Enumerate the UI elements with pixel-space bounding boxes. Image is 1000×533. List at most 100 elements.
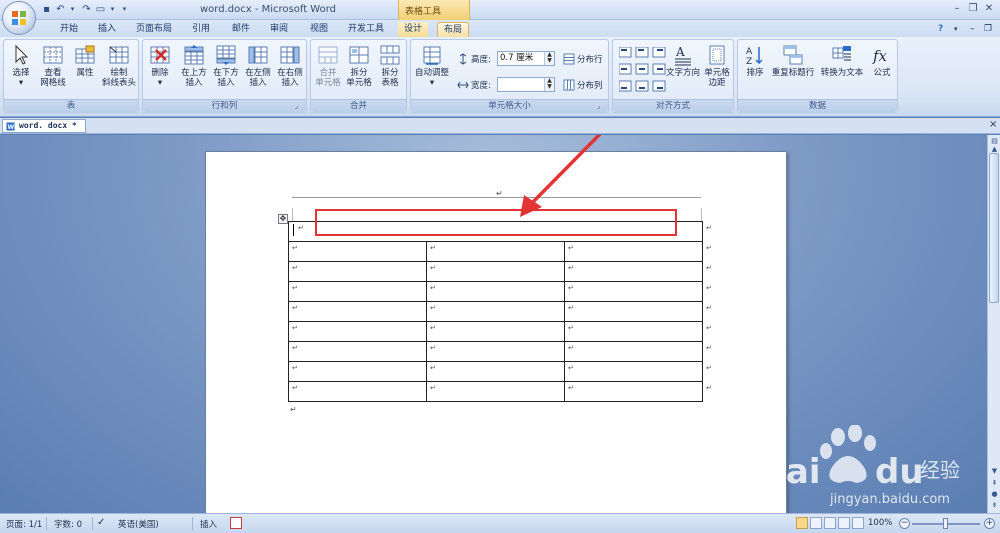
full-screen-reading-view-button[interactable] bbox=[810, 517, 822, 529]
previous-page-icon[interactable]: ⇞ bbox=[990, 479, 999, 488]
language-indicator[interactable]: 英语(美国) bbox=[118, 518, 159, 530]
zoom-out-button[interactable]: − bbox=[899, 518, 910, 529]
redo-icon[interactable]: ↷ bbox=[80, 3, 93, 16]
zoom-level[interactable]: 100% bbox=[868, 518, 892, 528]
scroll-down-icon[interactable]: ▼ bbox=[990, 467, 999, 476]
cell-margins-button[interactable]: 单元格 边距 bbox=[701, 44, 733, 88]
convert-to-text-button[interactable]: 转换为文本 bbox=[818, 44, 866, 78]
dialog-launcher-icon[interactable]: ⌟ bbox=[295, 102, 303, 110]
zoom-slider-thumb[interactable] bbox=[943, 518, 948, 529]
text-direction-button[interactable]: A 文字方向 bbox=[665, 44, 701, 78]
distribute-rows-button[interactable]: 分布行 bbox=[563, 53, 603, 66]
table-cell[interactable]: ↵ bbox=[564, 361, 703, 382]
table-cell[interactable]: ↵ bbox=[288, 261, 427, 282]
table[interactable]: ↵ ↵ ↵ ↵ ↵ ↵ ↵ ↵ ↵ ↵ ↵ ↵ ↵ ↵ ↵ ↵ ↵ ↵ ↵ ↵ ↵ ↵ ↵ ↵ ↵ ↵ ↵ ↵ ↵ ↵ ↵ ↵ ↵ ↵ bbox=[288, 221, 716, 402]
height-spinner[interactable]: ▲ ▼ bbox=[544, 52, 554, 65]
table-cell[interactable]: ↵ bbox=[564, 341, 703, 362]
insert-above-button[interactable]: 在上方 插入 bbox=[179, 44, 209, 88]
tab-page-layout[interactable]: 页面布局 bbox=[136, 22, 172, 37]
doc-minimize-button[interactable]: – bbox=[970, 22, 975, 37]
insert-mode-indicator[interactable]: 插入 bbox=[200, 518, 217, 530]
table-cell[interactable]: ↵ bbox=[426, 341, 565, 362]
outline-view-button[interactable] bbox=[838, 517, 850, 529]
macro-recording-icon[interactable] bbox=[230, 517, 242, 529]
page-count[interactable]: 页面: 1/1 bbox=[6, 518, 42, 530]
insert-below-button[interactable]: 在下方 插入 bbox=[211, 44, 241, 88]
scrollbar-thumb[interactable] bbox=[989, 153, 999, 303]
tab-layout[interactable]: 布局 bbox=[437, 22, 470, 37]
select-button[interactable]: 选择 ▾ bbox=[8, 44, 34, 88]
table-cell[interactable]: ↵ bbox=[426, 361, 565, 382]
table-cell[interactable]: ↵ bbox=[288, 241, 427, 262]
help-icon[interactable]: ? bbox=[938, 22, 943, 37]
width-spinner[interactable]: ▲ ▼ bbox=[544, 78, 554, 91]
next-page-icon[interactable]: ⇟ bbox=[990, 501, 999, 510]
browse-object-icon[interactable]: ● bbox=[990, 490, 999, 499]
tab-design[interactable]: 设计 bbox=[398, 22, 429, 37]
table-cell[interactable]: ↵ bbox=[426, 281, 565, 302]
help-dropdown-icon[interactable]: ▾ bbox=[954, 22, 958, 37]
split-table-button[interactable]: 拆分 表格 bbox=[375, 44, 405, 88]
minimize-button[interactable]: – bbox=[950, 3, 964, 15]
cell-size-launcher-icon[interactable]: ⌟ bbox=[597, 102, 605, 110]
alignment-grid[interactable] bbox=[619, 47, 667, 93]
table-cell[interactable]: ↵ bbox=[564, 281, 703, 302]
insert-right-button[interactable]: 在右侧 插入 bbox=[275, 44, 305, 88]
properties-button[interactable]: 属性 bbox=[71, 44, 99, 78]
table-cell[interactable]: ↵ bbox=[564, 381, 703, 402]
table-cell[interactable]: ↵ bbox=[426, 321, 565, 342]
draft-view-button[interactable] bbox=[852, 517, 864, 529]
table-cell[interactable]: ↵ bbox=[564, 261, 703, 282]
table-cell[interactable]: ↵ bbox=[288, 361, 427, 382]
table-cell[interactable]: ↵ bbox=[426, 241, 565, 262]
table-cell[interactable]: ↵ bbox=[288, 321, 427, 342]
distribute-columns-button[interactable]: 分布列 bbox=[563, 79, 603, 92]
draw-diagonal-header-button[interactable]: 绘制 斜线表头 bbox=[100, 44, 138, 88]
close-button[interactable]: ✕ bbox=[982, 3, 996, 15]
tab-developer[interactable]: 开发工具 bbox=[348, 22, 384, 37]
split-cells-button[interactable]: 拆分 单元格 bbox=[344, 44, 374, 88]
office-button[interactable] bbox=[2, 1, 36, 35]
sort-button[interactable]: AZ 排序 bbox=[741, 44, 769, 78]
tab-references[interactable]: 引用 bbox=[192, 22, 210, 37]
document-page[interactable]: ↵ ✥ ↵ ↵ ↵ ↵ ↵ ↵ ↵ ↵ ↵ ↵ ↵ ↵ ↵ ↵ ↵ ↵ ↵ ↵ ↵ ↵ ↵ ↵ ↵ ↵ ↵ ↵ ↵ ↵ ↵ ↵ ↵ ↵ ↵ ↵ ↵ bbox=[205, 151, 787, 513]
formula-button[interactable]: fx 公式 bbox=[868, 44, 896, 78]
table-move-handle[interactable]: ✥ bbox=[278, 214, 288, 224]
delete-button[interactable]: 删除 ▾ bbox=[147, 44, 173, 88]
save-icon[interactable]: ▪ bbox=[40, 3, 53, 16]
insert-left-button[interactable]: 在左侧 插入 bbox=[243, 44, 273, 88]
doc-restore-button[interactable]: ❐ bbox=[984, 22, 992, 37]
view-gridlines-button[interactable]: 查看 网格线 bbox=[37, 44, 69, 88]
zoom-in-button[interactable]: + bbox=[984, 518, 995, 529]
table-cell[interactable]: ↵ bbox=[564, 241, 703, 262]
document-tab[interactable]: W word. docx * bbox=[2, 119, 86, 133]
table-cell[interactable]: ↵ bbox=[288, 381, 427, 402]
tab-home[interactable]: 开始 bbox=[60, 22, 78, 37]
vertical-scrollbar[interactable]: ▤ ▲ ▼ ⇞ ● ⇟ bbox=[987, 135, 1000, 513]
table-cell[interactable]: ↵ bbox=[288, 341, 427, 362]
table-cell[interactable]: ↵ bbox=[426, 301, 565, 322]
word-count[interactable]: 字数: 0 bbox=[54, 518, 82, 530]
tab-insert[interactable]: 插入 bbox=[98, 22, 116, 37]
print-layout-view-button[interactable] bbox=[796, 517, 808, 529]
tab-view[interactable]: 视图 bbox=[310, 22, 328, 37]
restore-button[interactable]: ❐ bbox=[966, 3, 980, 15]
close-document-tab-button[interactable]: × bbox=[989, 119, 997, 130]
customize-qat-icon[interactable]: ▾ bbox=[118, 3, 131, 16]
proofing-icon[interactable]: ✓ bbox=[97, 517, 105, 528]
autofit-button[interactable]: 自动调整 ▾ bbox=[413, 44, 451, 88]
repeat-header-rows-button[interactable]: 重复标题行 bbox=[770, 44, 816, 78]
table-cell[interactable]: ↵ bbox=[426, 261, 565, 282]
web-layout-view-button[interactable] bbox=[824, 517, 836, 529]
tab-review[interactable]: 审阅 bbox=[270, 22, 288, 37]
table-cell[interactable]: ↵ bbox=[426, 381, 565, 402]
undo-dropdown-icon[interactable]: ▾ bbox=[66, 3, 79, 16]
table-cell[interactable]: ↵ bbox=[288, 281, 427, 302]
table-cell[interactable]: ↵ bbox=[288, 301, 427, 322]
width-input[interactable]: ▲ ▼ bbox=[497, 77, 555, 92]
table-cell[interactable]: ↵ bbox=[564, 321, 703, 342]
height-input[interactable]: 0.7 厘米 ▲ ▼ bbox=[497, 51, 555, 66]
merge-cells-button[interactable]: 合并 单元格 bbox=[313, 44, 343, 88]
table-cell[interactable]: ↵ bbox=[564, 301, 703, 322]
tab-mailings[interactable]: 邮件 bbox=[232, 22, 250, 37]
